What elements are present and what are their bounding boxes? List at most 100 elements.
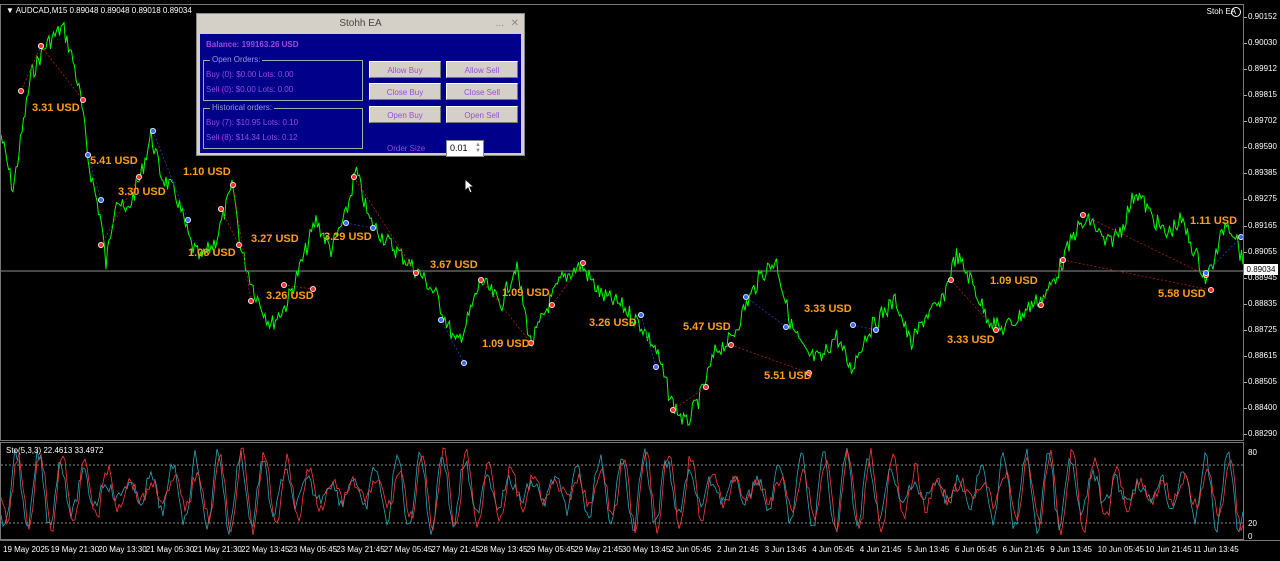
time-axis-label: 30 May 13:45 — [621, 545, 671, 554]
ea-panel[interactable]: Stohh EA ... ✕ Balance: 199163.26 USD Op… — [196, 13, 525, 157]
time-axis-label: 22 May 13:45 — [241, 545, 290, 554]
buy-order-marker — [342, 219, 349, 226]
historical-orders-group: Historical orders: Buy (7): $10.95 Lots:… — [203, 103, 363, 149]
sell-order-marker — [477, 276, 484, 283]
allow-buy-button[interactable]: Allow Buy — [369, 61, 441, 78]
price-axis-tick — [1244, 303, 1247, 305]
price-axis-label: 0.90152 — [1248, 12, 1277, 21]
minimize-icon[interactable]: ... — [496, 14, 504, 33]
trade-profit-label: 3.31 USD — [32, 102, 80, 114]
trade-connector-line — [1205, 236, 1242, 274]
sell-order-marker — [670, 406, 677, 413]
time-axis-label: 27 May 05:45 — [383, 545, 433, 554]
price-axis-tick — [1244, 199, 1247, 201]
symbol-header: ▼ AUDCAD,M15 0.89048 0.89048 0.89018 0.8… — [6, 6, 192, 15]
sell-order-marker — [350, 173, 357, 180]
sell-order-marker — [247, 297, 254, 304]
price-axis-label: 0.88400 — [1248, 402, 1277, 412]
trade-profit-label: 5.58 USD — [1158, 288, 1206, 300]
time-axis-label: 9 Jun 13:45 — [1050, 545, 1092, 554]
stochastic-line — [1, 447, 1243, 535]
price-chart-pane[interactable] — [0, 4, 1244, 441]
open-buy-button[interactable]: Open Buy — [369, 106, 441, 123]
time-axis-label: 4 Jun 05:45 — [812, 545, 854, 554]
trade-connector-line — [1062, 259, 1212, 291]
price-axis-tick — [1244, 173, 1247, 175]
trade-connector-line — [745, 296, 787, 328]
price-axis-label: 0.88615 — [1248, 350, 1277, 360]
price-axis-label: 0.88835 — [1248, 298, 1277, 308]
sell-order-marker — [1060, 256, 1067, 263]
order-size-input[interactable]: 0.01 ▲ ▼ — [446, 140, 484, 157]
ea-settings-icon[interactable] — [1231, 7, 1241, 17]
price-axis-tick — [1244, 329, 1247, 331]
time-axis-label: 29 May 05:45 — [526, 545, 576, 554]
historical-sell-summary: Sell (8): $14.34 Lots: 0.12 — [206, 133, 298, 142]
price-axis-label: 0.89815 — [1248, 90, 1277, 100]
close-icon[interactable]: ✕ — [511, 14, 519, 33]
time-axis-label: 19 May 21:30 — [50, 545, 100, 554]
trade-profit-label: 3.26 USD — [589, 317, 637, 329]
historical-buy-summary: Buy (7): $10.95 Lots: 0.10 — [206, 118, 299, 127]
sell-order-marker — [38, 43, 45, 50]
trade-connector-line — [20, 45, 42, 92]
sell-order-marker — [1038, 301, 1045, 308]
stochastic-header: Sto(5,3,3) 22.4613 33.4972 — [6, 446, 104, 455]
spinner-arrows-icon[interactable]: ▲ ▼ — [475, 142, 481, 154]
time-axis-label: 23 May 05:45 — [288, 545, 338, 554]
price-axis-tick — [1244, 147, 1247, 149]
trade-connector-line — [950, 279, 997, 331]
price-axis-tick — [1244, 95, 1247, 97]
buy-order-marker — [369, 224, 376, 231]
sell-order-marker — [280, 281, 287, 288]
sell-order-marker — [217, 205, 224, 212]
trade-profit-label: 3.33 USD — [947, 334, 995, 346]
trade-profit-label: 1.09 USD — [502, 287, 550, 299]
buy-order-marker — [149, 128, 156, 135]
sell-order-marker — [580, 259, 587, 266]
buy-order-marker — [743, 293, 750, 300]
price-axis-label: 0.88725 — [1248, 324, 1277, 334]
sell-order-marker — [135, 173, 142, 180]
buy-order-marker — [873, 326, 880, 333]
time-axis-label: 10 Jun 21:45 — [1145, 545, 1192, 554]
time-axis-label: 3 Jun 13:45 — [764, 545, 807, 554]
sell-order-marker — [728, 341, 735, 348]
time-axis: 19 May 2025 19 May 21:30 20 May 13:30 21 Ma… — [0, 540, 1280, 561]
trade-profit-label: 5.41 USD — [90, 155, 138, 167]
close-buy-button[interactable]: Close Buy — [369, 83, 441, 100]
buy-order-marker — [1203, 269, 1210, 276]
buy-order-marker — [437, 316, 444, 323]
time-axis-label: 21 May 21:30 — [193, 545, 242, 554]
time-axis-label: 23 May 21:45 — [336, 545, 385, 554]
open-sell-button[interactable]: Open Sell — [446, 106, 518, 123]
sell-order-marker — [98, 241, 105, 248]
open-orders-title: Open Orders: — [210, 55, 263, 64]
price-axis-label: 0.89912 — [1248, 64, 1277, 74]
stochastic-pane[interactable] — [0, 442, 1244, 540]
trade-profit-label: 1.11 USD — [1190, 215, 1238, 227]
trade-profit-label: 3.26 USD — [266, 290, 314, 302]
buy-order-marker — [1238, 234, 1243, 240]
sell-order-marker — [235, 241, 242, 248]
price-axis-label: 0.89590 — [1248, 142, 1277, 152]
trade-profit-label: 3.67 USD — [430, 259, 478, 271]
trade-connector-line — [283, 284, 314, 290]
sell-order-marker — [80, 97, 87, 104]
stochastic-canvas — [1, 447, 1243, 536]
close-sell-button[interactable]: Close Sell — [446, 83, 518, 100]
time-axis-label: 5 Jun 13:45 — [907, 545, 950, 554]
time-axis-label: 11 Jun 13:45 — [1193, 545, 1239, 554]
trade-connector-line — [40, 45, 84, 101]
ea-panel-titlebar[interactable]: Stohh EA ... ✕ — [197, 14, 524, 33]
allow-sell-button[interactable]: Allow Sell — [446, 61, 518, 78]
buy-order-marker — [184, 216, 191, 223]
trade-profit-label: 3.27 USD — [251, 233, 299, 245]
sell-order-marker — [17, 88, 24, 95]
buy-order-marker — [653, 363, 660, 370]
trade-profit-label: 1.08 USD — [188, 247, 236, 259]
price-line — [1, 21, 1243, 427]
trade-connector-line — [345, 222, 374, 229]
sell-order-marker — [229, 181, 236, 188]
trade-profit-label: 3.33 USD — [804, 303, 852, 315]
